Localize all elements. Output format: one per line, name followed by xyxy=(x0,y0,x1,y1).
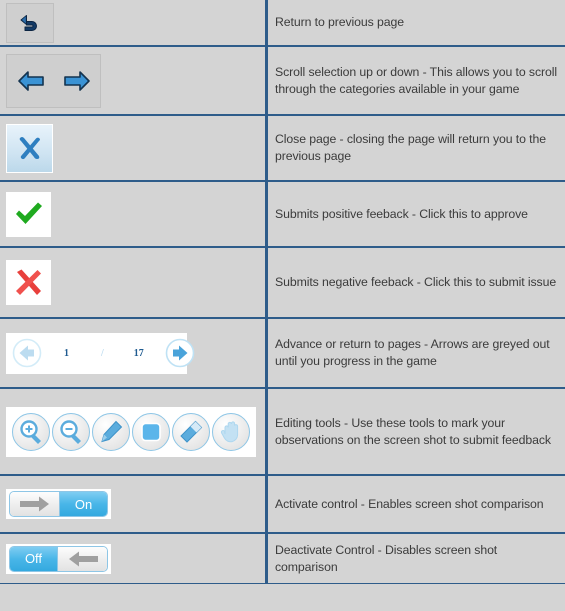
zoom-out-icon xyxy=(56,417,86,447)
negative-feedback-tile[interactable] xyxy=(6,260,51,305)
icon-cell-scroll-arrows xyxy=(0,47,266,114)
icon-cell-toggle-on: On xyxy=(0,476,266,532)
description-cell: Activate control - Enables screen shot c… xyxy=(266,476,565,532)
left-arrow-icon xyxy=(66,550,100,568)
zoom-in-tool-button[interactable] xyxy=(12,412,50,451)
description-cell: Return to previous page xyxy=(266,0,565,45)
positive-feedback-tile[interactable] xyxy=(6,191,51,237)
back-arrow-icon xyxy=(17,10,43,36)
total-pages-number: 17 xyxy=(133,347,144,359)
description-text: Advance or return to pages - Arrows are … xyxy=(275,337,550,368)
hand-pan-icon xyxy=(216,417,246,447)
description-text: Close page - closing the page will retur… xyxy=(275,132,546,163)
description-cell: Scroll selection up or down - This allow… xyxy=(266,47,565,114)
icon-legend-table: Return to previous page Scroll selection… xyxy=(0,0,565,584)
icon-cell-back-arrow xyxy=(0,0,266,45)
description-cell: Submits positive feeback - Click this to… xyxy=(266,182,565,246)
icon-cell-positive-feedback xyxy=(0,182,266,246)
table-row: 1 / 17 Advance or return to pages - Arro… xyxy=(0,318,565,388)
icon-cell-toggle-off: Off xyxy=(0,534,266,583)
eraser-tool-button[interactable] xyxy=(172,412,210,451)
scroll-right-arrow-icon[interactable] xyxy=(61,68,91,94)
pen-tool-button[interactable] xyxy=(92,412,130,451)
icon-cell-close-page xyxy=(0,116,266,180)
description-cell: Submits negative feeback - Click this to… xyxy=(266,248,565,317)
toggle-knob-off[interactable] xyxy=(57,546,107,571)
table-row: Scroll selection up or down - This allow… xyxy=(0,46,565,115)
table-row: On Activate control - Enables screen sho… xyxy=(0,475,565,533)
hand-pan-tool-button[interactable] xyxy=(212,412,250,451)
table-row: Close page - closing the page will retur… xyxy=(0,115,565,181)
toggle-on-label[interactable]: On xyxy=(60,492,107,516)
toggle-track-off[interactable]: Off xyxy=(9,545,108,572)
rectangle-icon xyxy=(136,417,166,447)
close-page-tile[interactable] xyxy=(6,123,53,173)
description-cell: Deactivate Control - Disables screen sho… xyxy=(266,534,565,583)
icon-cell-pagination: 1 / 17 xyxy=(0,319,266,387)
table-row: Submits positive feeback - Click this to… xyxy=(0,181,565,247)
eraser-icon xyxy=(176,417,206,447)
table-row: Editing tools - Use these tools to mark … xyxy=(0,388,565,475)
toggle-knob-on[interactable] xyxy=(10,492,60,516)
green-check-icon xyxy=(12,197,46,231)
description-text: Deactivate Control - Disables screen sho… xyxy=(275,542,498,574)
toggle-off-label[interactable]: Off xyxy=(10,546,57,571)
rectangle-tool-button[interactable] xyxy=(132,412,170,451)
pagination-control: 1 / 17 xyxy=(6,332,195,374)
right-arrow-icon xyxy=(18,495,52,513)
description-text: Editing tools - Use these tools to mark … xyxy=(275,415,551,447)
back-arrow-tile[interactable] xyxy=(6,2,54,43)
deactivate-toggle[interactable]: Off xyxy=(6,543,111,574)
description-text: Submits negative feeback - Click this to… xyxy=(275,275,557,289)
description-cell: Editing tools - Use these tools to mark … xyxy=(266,389,565,474)
zoom-out-tool-button[interactable] xyxy=(52,412,90,451)
table-row: Submits negative feeback - Click this to… xyxy=(0,247,565,318)
previous-page-button[interactable] xyxy=(12,338,42,368)
close-page-x-icon xyxy=(13,131,47,165)
scroll-arrows-tile[interactable] xyxy=(6,53,101,108)
icon-cell-negative-feedback xyxy=(0,248,266,317)
next-page-button[interactable] xyxy=(165,338,195,368)
current-page-number: 1 xyxy=(64,347,69,359)
red-x-icon xyxy=(12,266,46,300)
table-row: Off Deactivate Control - Disables screen… xyxy=(0,533,565,584)
scroll-left-arrow-icon[interactable] xyxy=(17,68,47,94)
description-cell: Close page - closing the page will retur… xyxy=(266,116,565,180)
icon-cell-editing-tools xyxy=(0,389,266,474)
activate-toggle[interactable]: On xyxy=(6,489,111,519)
table-row: Return to previous page xyxy=(0,0,565,46)
editing-toolbar xyxy=(6,406,256,457)
pen-icon xyxy=(96,417,126,447)
zoom-in-icon xyxy=(16,417,46,447)
toggle-track-on[interactable]: On xyxy=(9,491,108,517)
description-text: Submits positive feeback - Click this to… xyxy=(275,206,528,221)
description-text: Scroll selection up or down - This allow… xyxy=(275,64,558,96)
description-cell: Advance or return to pages - Arrows are … xyxy=(266,319,565,387)
page-separator: / xyxy=(101,347,104,359)
description-text: Activate control - Enables screen shot c… xyxy=(275,496,544,511)
description-text: Return to previous page xyxy=(275,15,404,29)
